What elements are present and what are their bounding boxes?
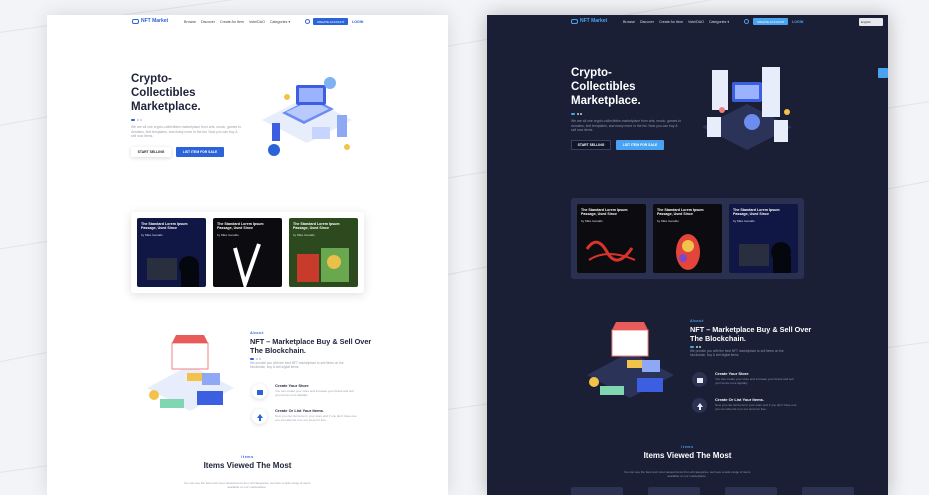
about-illustration xyxy=(587,322,674,398)
about-illustration xyxy=(147,335,234,411)
settings-tab-icon[interactable] xyxy=(878,68,888,78)
feature-description: Now you can list items in your store and… xyxy=(715,403,797,411)
logo-icon xyxy=(571,18,578,24)
start-selling-button[interactable]: START SELLING xyxy=(131,147,171,157)
main-menu: Browse Discover Create An Item Vote/DAO … xyxy=(184,20,290,24)
nav-discover[interactable]: Discover xyxy=(640,20,654,24)
hero-illustration xyxy=(702,67,792,150)
login-button[interactable]: LOGIN xyxy=(352,20,363,24)
items-label: Items xyxy=(681,445,694,449)
upload-icon xyxy=(692,398,707,413)
dark-theme-page: NFT Market Browse Discover Create An Ite… xyxy=(487,15,888,495)
about-title: NFT – Marketplace Buy & Sell Over The Bl… xyxy=(690,325,812,343)
nft-card[interactable]: The Standard Lorem Ipsum Passage, Used S… xyxy=(289,218,358,287)
items-title: Items Viewed The Most xyxy=(203,461,292,470)
about-label: About xyxy=(250,331,264,335)
item-card-preview[interactable] xyxy=(802,487,854,495)
list-item-button[interactable]: LIST ITEM FOR SALE xyxy=(616,140,664,150)
light-theme-page: NFT Market Browse Discover Create An Ite… xyxy=(47,15,448,495)
nav-create-item[interactable]: Create An Item xyxy=(220,20,244,24)
items-description: You can see the best and most viewed ite… xyxy=(183,481,311,489)
logo-icon xyxy=(132,18,139,24)
feature-description: Now you can list items in your store and… xyxy=(275,414,357,422)
featured-cards-box: The Standard Lorem Ipsum Passage, Used S… xyxy=(131,212,364,293)
hero-title: Crypto- Collectibles Marketplace. xyxy=(571,67,641,107)
divider-dots xyxy=(571,113,582,115)
about-description: We provide you with the best NFT marketp… xyxy=(250,361,344,370)
search-icon[interactable] xyxy=(305,19,310,24)
nft-card[interactable]: The Standard Lorem Ipsum Passage, Used S… xyxy=(577,204,646,273)
feature-description: You can create your store and increase y… xyxy=(275,389,354,397)
about-title: NFT – Marketplace Buy & Sell Over The Bl… xyxy=(250,337,372,355)
nav-create-item[interactable]: Create An Item xyxy=(659,20,683,24)
item-card-preview[interactable] xyxy=(571,487,623,495)
nav-categories[interactable]: Categories ▾ xyxy=(270,20,290,24)
site-logo[interactable]: NFT Market xyxy=(571,18,607,24)
nft-card[interactable]: The Standard Lorem Ipsum Passage, Used S… xyxy=(137,218,206,287)
items-label: Items xyxy=(241,455,254,459)
items-description: You can see the best and most viewed ite… xyxy=(623,470,751,478)
divider-dots xyxy=(131,119,142,121)
store-icon xyxy=(252,384,267,399)
navbar: NFT Market Browse Discover Create An Ite… xyxy=(487,15,888,29)
login-button[interactable]: LOGIN xyxy=(792,20,803,24)
about-label: About xyxy=(690,319,704,323)
nav-vote-dao[interactable]: Vote/DAO xyxy=(249,20,265,24)
nav-categories[interactable]: Categories ▾ xyxy=(709,20,729,24)
create-account-button[interactable]: CREATE ACCOUNT xyxy=(753,18,789,25)
items-title: Items Viewed The Most xyxy=(643,451,732,460)
nft-card[interactable]: The Standard Lorem Ipsum Passage, Used S… xyxy=(213,218,282,287)
feature-title: Create Or List Your Items. xyxy=(715,397,764,402)
navbar: NFT Market Browse Discover Create An Ite… xyxy=(47,15,448,29)
logo-text: NFT Market xyxy=(580,18,608,24)
featured-cards-box: The Standard Lorem Ipsum Passage, Used S… xyxy=(571,198,804,279)
list-item-button[interactable]: LIST ITEM FOR SALE xyxy=(176,147,224,157)
hero-description: We are all one crypto-collectibles marke… xyxy=(131,125,241,139)
feature-title: Create Your Store xyxy=(275,383,309,388)
about-description: We provide you with the best NFT marketp… xyxy=(690,349,784,358)
nav-discover[interactable]: Discover xyxy=(201,20,215,24)
item-card-preview[interactable] xyxy=(648,487,700,495)
nav-browse[interactable]: Browse xyxy=(184,20,196,24)
nft-card[interactable]: The Standard Lorem Ipsum Passage, Used S… xyxy=(653,204,722,273)
feature-title: Create Or List Your Items. xyxy=(275,408,324,413)
language-select[interactable]: English xyxy=(859,18,883,26)
item-card-preview[interactable] xyxy=(725,487,777,495)
nft-card[interactable]: The Standard Lorem Ipsum Passage, Used S… xyxy=(729,204,798,273)
hero-title: Crypto- Collectibles Marketplace. xyxy=(131,73,201,113)
nav-vote-dao[interactable]: Vote/DAO xyxy=(688,20,704,24)
site-logo[interactable]: NFT Market xyxy=(132,18,168,24)
search-icon[interactable] xyxy=(744,19,749,24)
divider-dots xyxy=(690,346,701,348)
create-account-button[interactable]: CREATE ACCOUNT xyxy=(313,18,349,25)
nav-browse[interactable]: Browse xyxy=(623,20,635,24)
feature-description: You can create your store and increase y… xyxy=(715,377,794,385)
feature-title: Create Your Store xyxy=(715,371,749,376)
main-menu: Browse Discover Create An Item Vote/DAO … xyxy=(623,20,729,24)
divider-dots xyxy=(250,358,261,360)
upload-icon xyxy=(252,409,267,424)
hero-description: We are all one crypto-collectibles marke… xyxy=(571,119,681,133)
hero-illustration xyxy=(262,77,352,156)
store-icon xyxy=(692,372,707,387)
start-selling-button[interactable]: START SELLING xyxy=(571,140,611,150)
logo-text: NFT Market xyxy=(141,18,169,24)
